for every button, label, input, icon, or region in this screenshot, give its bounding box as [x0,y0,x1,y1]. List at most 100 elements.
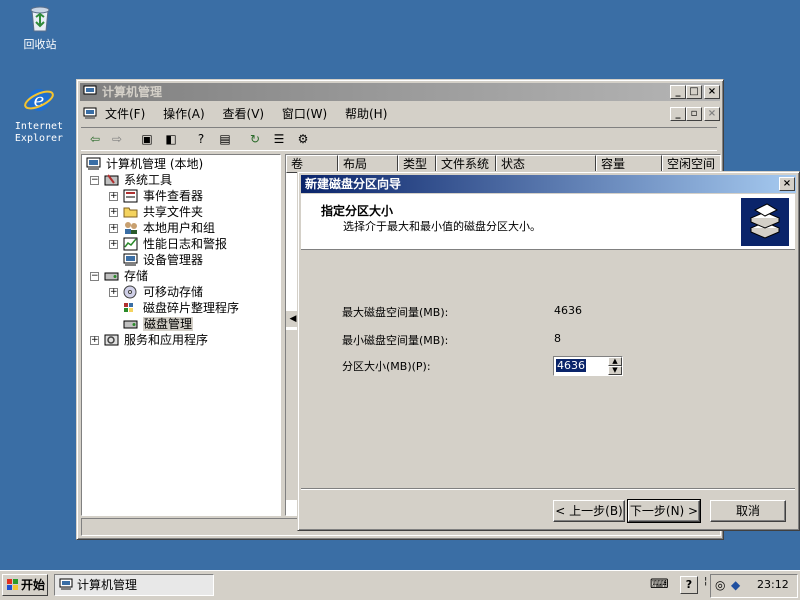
computer-management-icon [83,85,97,97]
clock[interactable]: 23:12 [757,578,789,591]
expander-local-users[interactable]: + [109,224,118,233]
expander-storage[interactable]: − [90,272,99,281]
network-icon[interactable]: ◎ [715,577,731,593]
computer-management-icon [59,578,73,590]
disk-management-icon [123,320,138,329]
back-button[interactable]: < 上一步(B) [553,500,625,522]
menu-bar: 文件(F) 操作(A) 查看(V) 窗口(W) 帮助(H) [105,105,401,123]
tree-item-shared-folders[interactable]: 共享文件夹 [123,204,203,220]
tree-label: 本地用户和组 [143,221,216,235]
expander-event-viewer[interactable]: + [109,192,118,201]
back-icon[interactable]: ⇦ [85,130,105,148]
disk-stack-icon [741,198,789,246]
expander-removable-storage[interactable]: + [109,288,118,297]
expander-system-tools[interactable]: − [90,176,99,185]
start-label: 开始 [21,578,46,592]
next-button[interactable]: 下一步(N) > [627,499,701,523]
toolbar: ⇦ ⇨ ▣ ◧ ? ▤ ↻ ☰ ⚙ [81,127,717,151]
menu-help[interactable]: 帮助(H) [345,105,387,123]
export-icon[interactable]: ⚙ [293,130,313,148]
wizard-heading: 指定分区大小 [321,204,394,218]
desktop-icon-label-line2: Explorer [14,133,64,144]
tree-item-removable-storage[interactable]: 可移动存储 [123,284,203,300]
users-icon [125,222,137,234]
tree-label: 磁盘碎片整理程序 [143,301,240,315]
cancel-button[interactable]: 取消 [710,500,786,522]
console-tree: 计算机管理 (本地) − 系统工具 + 事件查看器 + 共享文件夹 + 本地用户… [81,154,281,516]
tree-label: 设备管理器 [143,253,204,267]
menu-window[interactable]: 窗口(W) [282,105,327,123]
tree-label: 计算机管理 (本地) [106,157,204,171]
min-space-label: 最小磁盘空间量(MB): [342,334,449,347]
tree-label: 事件查看器 [143,189,204,203]
desktop-icon-internet-explorer[interactable]: e Internet Explorer [4,84,74,145]
taskbar: 开始 计算机管理 ⌨ ? ¦ ◎ ◆ 23:12 [0,570,800,600]
main-maximize-button[interactable]: □ [686,85,702,99]
expander-shared-folders[interactable]: + [109,208,118,217]
tree-item-perf-logs[interactable]: 性能日志和警报 [123,236,227,252]
mmc-child-icon [83,107,97,119]
tree-item-computer-management[interactable]: 计算机管理 (本地) [86,156,203,172]
properties-icon[interactable]: ☰ [269,130,289,148]
tray-help-icon[interactable]: ? [680,576,698,594]
help-icon[interactable]: ? [191,130,211,148]
desktop-icon-label: Internet [14,121,64,132]
tree-item-disk-management[interactable]: 磁盘管理 [123,316,194,332]
wizard-title: 新建磁盘分区向导 [305,177,402,191]
tree-item-device-manager[interactable]: 设备管理器 [123,252,203,268]
main-titlebar[interactable]: 计算机管理 [80,83,720,101]
child-minimize-button[interactable]: _ [670,107,686,121]
tree-label: 服务和应用程序 [124,333,209,347]
desktop-icon-label: 回收站 [23,38,57,51]
up-folder-icon[interactable]: ▣ [137,130,157,148]
defrag-icon [124,303,133,312]
tree-item-event-viewer[interactable]: 事件查看器 [123,188,203,204]
wizard-subheading: 选择介于最大和最小值的磁盘分区大小。 [343,220,541,233]
wizard-titlebar[interactable]: 新建磁盘分区向导 [301,175,796,193]
storage-icon [104,272,119,281]
keyboard-icon[interactable]: ⌨ [650,576,670,594]
tree-label: 可移动存储 [143,285,204,299]
main-minimize-button[interactable]: _ [670,85,686,99]
partition-size-label: 分区大小(MB)(P): [342,360,431,373]
computer-icon [86,157,101,170]
task-label: 计算机管理 [77,578,138,592]
child-close-button[interactable]: × [704,107,720,121]
menu-view[interactable]: 查看(V) [223,105,265,123]
tree-item-defrag[interactable]: 磁盘碎片整理程序 [123,300,239,316]
max-space-label: 最大磁盘空间量(MB): [342,306,449,319]
spin-up-button[interactable]: ▲ [608,357,622,366]
refresh-icon[interactable]: ↻ [245,130,265,148]
action-pane-icon[interactable]: ▤ [215,130,235,148]
recycle-bin-icon [30,6,50,32]
wizard-header: 指定分区大小 选择介于最大和最小值的磁盘分区大小。 [301,194,795,250]
windows-logo-icon [7,579,18,590]
spin-down-button[interactable]: ▼ [608,366,622,375]
show-tree-icon[interactable]: ◧ [161,130,181,148]
expander-perf-logs[interactable]: + [109,240,118,249]
main-window-title: 计算机管理 [102,85,163,99]
start-button[interactable]: 开始 [2,574,48,596]
new-partition-wizard: 新建磁盘分区向导 × 指定分区大小 选择介于最大和最小值的磁盘分区大小。 最大磁… [297,171,800,531]
forward-icon[interactable]: ⇨ [107,130,127,148]
child-restore-button[interactable]: ▫ [686,107,702,121]
system-tray: ◎ ◆ 23:12 [710,574,798,598]
tree-item-services[interactable]: 服务和应用程序 [104,332,208,348]
tray-separator: ¦ [704,576,708,587]
volume-icon[interactable]: ◆ [731,577,747,593]
tree-item-local-users[interactable]: 本地用户和组 [123,220,215,236]
expander-services[interactable]: + [90,336,99,345]
event-viewer-icon [123,189,138,203]
wizard-close-button[interactable]: × [779,177,795,191]
main-close-button[interactable]: × [704,85,720,99]
partition-size-value: 4636 [556,359,586,372]
tree-label: 共享文件夹 [143,205,204,219]
menu-file[interactable]: 文件(F) [105,105,145,123]
taskbar-button-computer-management[interactable]: 计算机管理 [54,574,214,596]
wizard-separator [301,488,795,490]
desktop-icon-recycle-bin[interactable]: 回收站 [5,2,75,51]
menu-action[interactable]: 操作(A) [163,105,205,123]
tree-item-storage[interactable]: 存储 [104,268,148,284]
removable-storage-icon [123,285,137,299]
tree-item-system-tools[interactable]: 系统工具 [104,172,172,188]
